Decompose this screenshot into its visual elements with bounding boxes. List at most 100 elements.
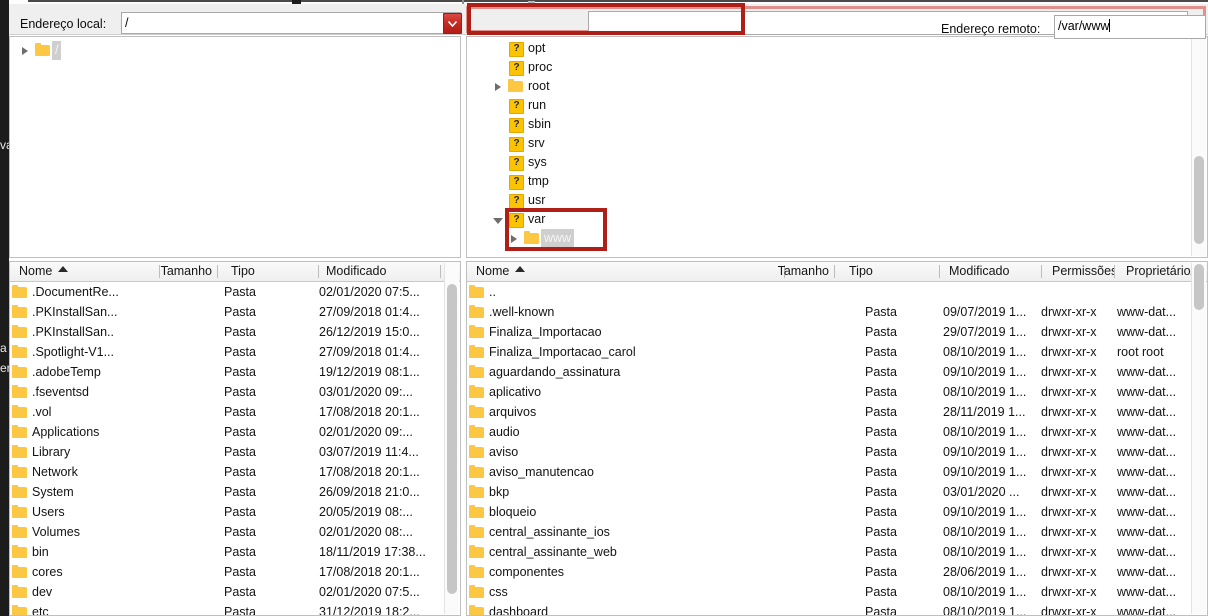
column-header-modificado[interactable]: Modificado: [319, 262, 441, 281]
column-header-permiss-es[interactable]: Permissões: [1045, 262, 1115, 281]
local-address-input[interactable]: /: [121, 12, 461, 34]
remote-file-list-scrollbar[interactable]: [1191, 263, 1206, 614]
table-row[interactable]: bloqueio Pasta 09/10/2019 1... drwxr-xr-x ww…: [467, 502, 1207, 522]
tree-node-usr[interactable]: ? usr: [467, 191, 1207, 210]
table-row[interactable]: Finaliza_Importacao Pasta 29/07/2019 1... d…: [467, 322, 1207, 342]
table-row[interactable]: .PKInstallSan.. Pasta 26/12/2019 15:0...: [10, 322, 460, 342]
remote-tree-scrollbar[interactable]: [1191, 38, 1206, 256]
table-row[interactable]: .vol Pasta 17/08/2018 20:1...: [10, 402, 460, 422]
table-row[interactable]: Users Pasta 20/05/2019 08:...: [10, 502, 460, 522]
triangle-down-icon[interactable]: [491, 210, 507, 229]
remote-address-input[interactable]: /var/www: [1054, 15, 1206, 39]
cell-modified: 09/07/2019 1...: [943, 305, 1027, 319]
table-row[interactable]: .well-known Pasta 09/07/2019 1... drwxr-xr-…: [467, 302, 1207, 322]
triangle-right-icon[interactable]: [491, 77, 507, 96]
column-header-tipo[interactable]: Tipo: [224, 262, 319, 281]
cell-name: aviso_manutencao: [489, 465, 594, 479]
cell-modified: 02/01/2020 09:...: [319, 425, 413, 439]
table-row[interactable]: cores Pasta 17/08/2018 20:1...: [10, 562, 460, 582]
column-header-tamanho[interactable]: Tamanho: [150, 262, 218, 281]
cell-type: Pasta: [865, 325, 897, 339]
table-row[interactable]: css Pasta 08/10/2019 1... drwxr-xr-x www-dat…: [467, 582, 1207, 602]
local-file-list-scrollbar[interactable]: [444, 263, 459, 614]
cell-name: aviso: [489, 445, 519, 459]
tree-node-sys[interactable]: ? sys: [467, 153, 1207, 172]
remote-file-list-header[interactable]: Nome Tamanho Tipo Modificado Permissões Propr…: [467, 262, 1207, 282]
table-row[interactable]: .adobeTemp Pasta 19/12/2019 08:1...: [10, 362, 460, 382]
folder-icon: [469, 524, 484, 538]
table-row[interactable]: Finaliza_Importacao_carol Pasta 08/10/2019…: [467, 342, 1207, 362]
cell-name: Finaliza_Importacao_carol: [489, 345, 636, 359]
local-file-list-header[interactable]: Nome Tamanho Tipo Modificado: [10, 262, 460, 282]
tree-node-sbin[interactable]: ? sbin: [467, 115, 1207, 134]
cell-perms: drwxr-xr-x: [1041, 485, 1097, 499]
local-address-dropdown-button[interactable]: [443, 13, 462, 34]
table-row[interactable]: aviso_manutencao Pasta 09/10/2019 1... drwx…: [467, 462, 1207, 482]
table-row[interactable]: dev Pasta 02/01/2020 07:5...: [10, 582, 460, 602]
cell-name: .adobeTemp: [32, 365, 101, 379]
table-row[interactable]: Network Pasta 17/08/2018 20:1...: [10, 462, 460, 482]
triangle-right-icon[interactable]: [507, 229, 523, 248]
cell-modified: 09/10/2019 1...: [943, 465, 1027, 479]
triangle-right-icon[interactable]: [18, 41, 34, 60]
table-row[interactable]: aviso Pasta 09/10/2019 1... drwxr-xr-x www-d…: [467, 442, 1207, 462]
table-row[interactable]: .PKInstallSan... Pasta 27/09/2018 01:4...: [10, 302, 460, 322]
remote-file-list-scrollbar-thumb[interactable]: [1194, 264, 1204, 310]
tree-node-proc[interactable]: ? proc: [467, 58, 1207, 77]
unknown-icon: ?: [507, 115, 525, 134]
tree-node-/[interactable]: /: [10, 41, 460, 60]
table-row[interactable]: audio Pasta 08/10/2019 1... drwxr-xr-x www-d…: [467, 422, 1207, 442]
column-header-modificado[interactable]: Modificado: [942, 262, 1042, 281]
remote-file-list[interactable]: Nome Tamanho Tipo Modificado Permissões Propr…: [466, 261, 1208, 616]
table-row[interactable]: Applications Pasta 02/01/2020 09:...: [10, 422, 460, 442]
folder-icon: [12, 404, 27, 418]
table-row[interactable]: .Spotlight-V1... Pasta 27/09/2018 01:4...: [10, 342, 460, 362]
cell-modified: 17/08/2018 20:1...: [319, 465, 420, 479]
column-header-label: Permissões: [1052, 264, 1115, 278]
cell-type: Pasta: [865, 585, 897, 599]
cell-perms: drwxr-xr-x: [1041, 505, 1097, 519]
column-header-nome[interactable]: Nome: [10, 262, 160, 281]
cell-size: [767, 462, 835, 482]
table-row[interactable]: bin Pasta 18/11/2019 17:38...: [10, 542, 460, 562]
unknown-icon: ?: [507, 134, 525, 153]
tree-node-root[interactable]: root: [467, 77, 1207, 96]
tree-node-var[interactable]: ? var: [467, 210, 1207, 229]
tree-node-tmp[interactable]: ? tmp: [467, 172, 1207, 191]
cell-size: [150, 402, 218, 422]
table-row[interactable]: .fseventsd Pasta 03/01/2020 09:...: [10, 382, 460, 402]
column-header-tamanho[interactable]: Tamanho: [767, 262, 835, 281]
local-file-list[interactable]: Nome Tamanho Tipo Modificado .DocumentRe...…: [9, 261, 461, 616]
column-header-tipo[interactable]: Tipo: [842, 262, 940, 281]
table-row[interactable]: Volumes Pasta 02/01/2020 08:...: [10, 522, 460, 542]
local-directory-tree[interactable]: /: [9, 36, 461, 258]
table-row[interactable]: etc Pasta 31/12/2019 18:2...: [10, 602, 460, 615]
cell-type: Pasta: [865, 345, 897, 359]
cell-type: Pasta: [865, 565, 897, 579]
table-row[interactable]: aguardando_assinatura Pasta 09/10/2019 1..…: [467, 362, 1207, 382]
remote-directory-tree[interactable]: ? opt? proc root? run? sbin? srv? sys? tmp? usr? v…: [466, 36, 1208, 258]
tree-node-run[interactable]: ? run: [467, 96, 1207, 115]
tree-node-srv[interactable]: ? srv: [467, 134, 1207, 153]
column-header-nome[interactable]: Nome: [467, 262, 785, 281]
table-row[interactable]: central_assinante_web Pasta 08/10/2019 1..…: [467, 542, 1207, 562]
tree-node-www[interactable]: www: [467, 229, 1207, 248]
table-row[interactable]: .DocumentRe... Pasta 02/01/2020 07:5...: [10, 282, 460, 302]
table-row[interactable]: ..: [467, 282, 1207, 302]
table-row[interactable]: System Pasta 26/09/2018 21:0...: [10, 482, 460, 502]
cell-name: .well-known: [489, 305, 555, 319]
table-row[interactable]: arquivos Pasta 28/11/2019 1... drwxr-xr-x ww…: [467, 402, 1207, 422]
local-file-list-scrollbar-thumb[interactable]: [447, 284, 457, 594]
cell-size: [767, 322, 835, 342]
table-row[interactable]: Library Pasta 03/07/2019 11:4...: [10, 442, 460, 462]
question-glyph: ?: [509, 213, 524, 228]
tree-node-opt[interactable]: ? opt: [467, 39, 1207, 58]
table-row[interactable]: componentes Pasta 28/06/2019 1... drwxr-xr-…: [467, 562, 1207, 582]
table-row[interactable]: aplicativo Pasta 08/10/2019 1... drwxr-xr-x…: [467, 382, 1207, 402]
table-row[interactable]: bkp Pasta 03/01/2020 ... drwxr-xr-x www-dat.…: [467, 482, 1207, 502]
table-row[interactable]: dashboard Pasta 08/10/2019 1... drwxr-xr-x w…: [467, 602, 1207, 615]
column-header-label: Tipo: [231, 264, 255, 278]
remote-tree-scrollbar-thumb[interactable]: [1194, 156, 1204, 244]
table-row[interactable]: central_assinante_ios Pasta 08/10/2019 1..…: [467, 522, 1207, 542]
